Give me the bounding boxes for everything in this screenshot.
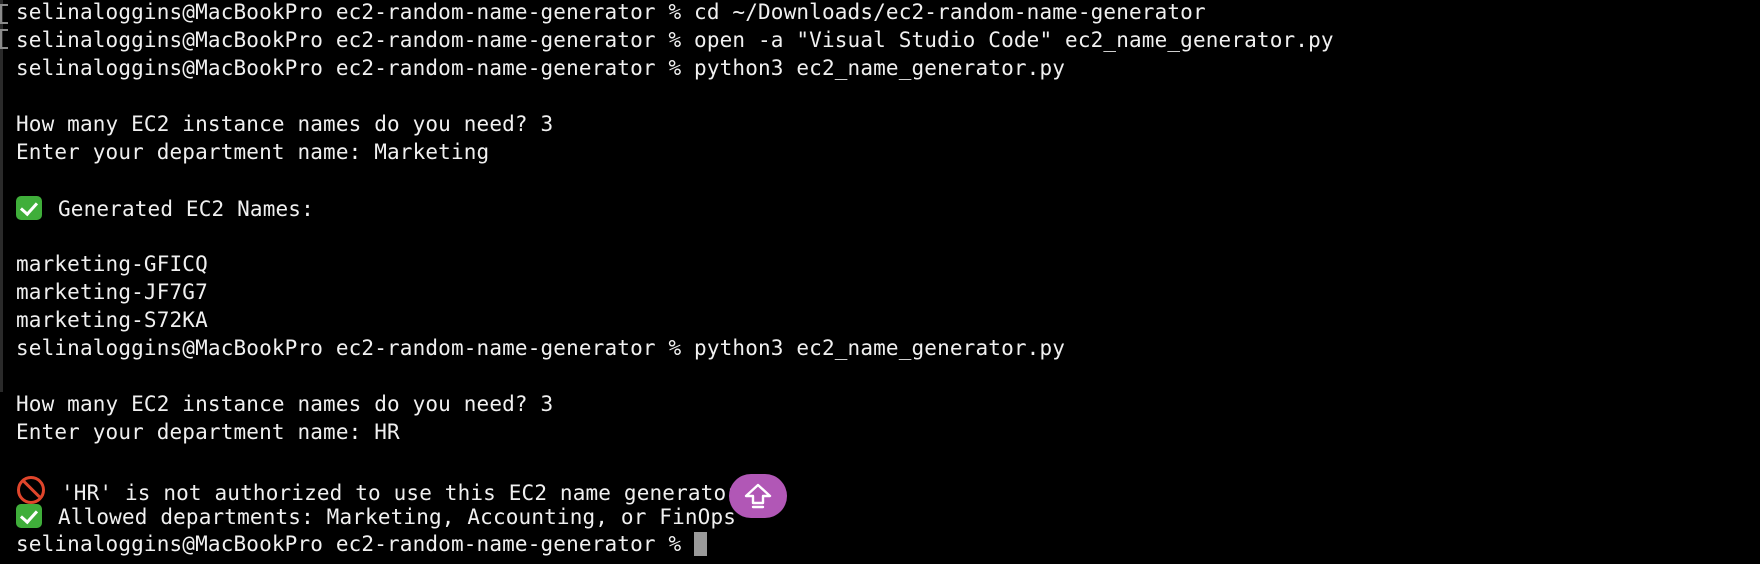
allowed-departments: Allowed departments: Marketing, Accounti… — [58, 505, 737, 529]
terminal-window[interactable]: selinaloggins@MacBookPro ec2-random-name… — [0, 0, 1760, 564]
window-edge — [0, 0, 3, 392]
upload-button[interactable] — [729, 474, 787, 518]
error-message: 'HR' is not authorized to use this EC2 n… — [61, 481, 752, 505]
generated-name: marketing-GFICQ — [16, 252, 208, 276]
terminal-line: How many EC2 instance names do you need?… — [16, 392, 554, 416]
generated-name: marketing-S72KA — [16, 308, 208, 332]
allowed-line: Allowed departments: Marketing, Accounti… — [16, 504, 1334, 532]
generated-name: marketing-JF7G7 — [16, 280, 208, 304]
prompt-line[interactable]: selinaloggins@MacBookPro ec2-random-name… — [16, 532, 1334, 560]
upload-arrow-icon — [744, 483, 772, 509]
terminal-line: selinaloggins@MacBookPro ec2-random-name… — [16, 336, 1066, 360]
generated-heading: Generated EC2 Names: — [58, 197, 314, 221]
terminal-line: selinaloggins@MacBookPro ec2-random-name… — [16, 28, 1334, 52]
terminal-line: How many EC2 instance names do you need?… — [16, 112, 554, 136]
check-mark-icon — [16, 504, 42, 528]
terminal-line: selinaloggins@MacBookPro ec2-random-name… — [16, 0, 1206, 24]
text-cursor — [694, 532, 708, 556]
prompt-text: selinaloggins@MacBookPro ec2-random-name… — [16, 532, 695, 556]
terminal-line: Enter your department name: HR — [16, 420, 400, 444]
terminal-line: Enter your department name: Marketing — [16, 140, 490, 164]
check-mark-icon — [16, 196, 42, 220]
mark-bracket — [0, 4, 8, 24]
mark-bracket — [0, 29, 8, 49]
error-line: 'HR' is not authorized to use this EC2 n… — [16, 476, 1334, 505]
prohibited-icon — [17, 476, 45, 504]
terminal-output: selinaloggins@MacBookPro ec2-random-name… — [16, 0, 1334, 560]
terminal-line: selinaloggins@MacBookPro ec2-random-name… — [16, 56, 1066, 80]
terminal-line-generated: Generated EC2 Names: — [16, 196, 1334, 224]
